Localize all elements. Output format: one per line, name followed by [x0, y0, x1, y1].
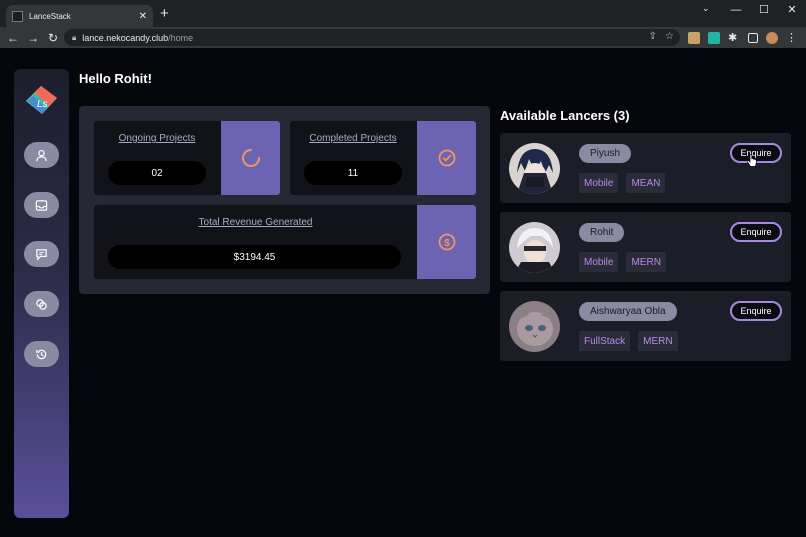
sidebar-chat-button[interactable]	[24, 241, 59, 267]
lancer-name: Piyush	[579, 144, 632, 163]
user-icon	[36, 149, 47, 161]
lancers-title: Available Lancers (3)	[500, 108, 630, 123]
check-circle-icon	[438, 149, 455, 167]
svg-text:$: $	[444, 238, 450, 249]
lancer-card: Piyush Mobile MEAN Enquire	[500, 133, 791, 203]
stats-panel: Ongoing Projects 02 Completed Projects 1…	[79, 106, 490, 294]
hand-cursor-icon	[747, 154, 757, 167]
lancer-tags: Mobile MERN	[579, 252, 666, 272]
new-tab-button[interactable]: +	[160, 6, 169, 21]
extensions-area: ✱ ⋮	[688, 31, 797, 44]
chat-icon	[36, 248, 47, 261]
browser-toolbar: ← → ↻ 🔒︎ lance.nekocandy.club/home ⇪ ☆ ✱…	[0, 27, 806, 48]
sidebar: Ls	[14, 69, 69, 518]
share-icon[interactable]: ⇪	[649, 31, 657, 42]
sidebar-inbox-button[interactable]	[24, 192, 59, 218]
swap-icon	[36, 298, 47, 310]
skill-tag: Mobile	[579, 173, 619, 193]
completed-projects-value: 11	[304, 161, 402, 185]
svg-text:Ls: Ls	[37, 99, 48, 110]
completed-accent	[417, 121, 476, 195]
ongoing-accent	[221, 121, 280, 195]
reload-icon[interactable]: ↻	[43, 31, 63, 45]
tab-close-icon[interactable]: ✕	[139, 11, 147, 22]
skill-tag: MEAN	[626, 173, 666, 193]
lancer-name: Rohit	[579, 223, 625, 242]
loading-spinner-icon	[241, 149, 260, 167]
skill-tag: FullStack	[579, 331, 631, 351]
browser-tab[interactable]: LanceStack ✕	[6, 5, 153, 27]
skill-tag: Mobile	[579, 252, 619, 272]
extension-icon[interactable]	[708, 31, 720, 44]
lancer-name: Aishwaryaa Obla	[579, 302, 677, 321]
inbox-icon	[35, 199, 48, 211]
lancestack-logo: Ls	[26, 86, 57, 114]
lock-icon[interactable]: 🔒︎	[72, 33, 76, 43]
favicon-icon	[12, 10, 23, 22]
menu-kebab-icon[interactable]: ⋮	[786, 31, 797, 44]
profile-avatar[interactable]	[766, 31, 778, 44]
side-panel-icon[interactable]	[748, 32, 758, 43]
avatar	[509, 222, 560, 273]
back-icon[interactable]: ←	[3, 31, 23, 45]
enquire-button[interactable]: Enquire	[730, 222, 782, 242]
tab-title: LanceStack	[29, 11, 71, 21]
skill-tag: MERN	[638, 331, 678, 351]
avatar	[509, 301, 560, 352]
revenue-accent: $	[417, 205, 476, 279]
tab-search-icon[interactable]: ⌄	[702, 3, 710, 14]
total-revenue-label[interactable]: Total Revenue Generated	[94, 217, 417, 228]
window-close-icon[interactable]: ✕	[778, 0, 806, 20]
lancer-card: Aishwaryaa Obla FullStack MERN Enquire	[500, 291, 791, 361]
avatar	[509, 143, 560, 194]
ongoing-projects-card: Ongoing Projects 02	[94, 121, 280, 195]
url-host: lance.nekocandy.club	[82, 32, 169, 43]
skill-tag: MERN	[626, 252, 666, 272]
minimize-icon[interactable]: —	[722, 0, 750, 20]
address-bar[interactable]: 🔒︎ lance.nekocandy.club/home ⇪ ☆	[64, 29, 680, 46]
total-revenue-value: $3194.45	[108, 245, 401, 269]
forward-icon[interactable]: →	[23, 31, 43, 45]
lancer-tags: FullStack MERN	[579, 331, 678, 351]
sidebar-profile-button[interactable]	[24, 142, 59, 168]
completed-projects-label[interactable]: Completed Projects	[290, 133, 416, 144]
dollar-coin-icon: $	[438, 233, 455, 251]
bookmark-star-icon[interactable]: ☆	[665, 31, 674, 42]
lancer-card: Rohit Mobile MERN Enquire	[500, 212, 791, 282]
enquire-button[interactable]: Enquire	[730, 301, 782, 321]
page-greeting: Hello Rohit!	[79, 71, 152, 86]
puzzle-icon[interactable]: ✱	[728, 32, 740, 44]
history-icon	[36, 349, 47, 359]
sidebar-swap-button[interactable]	[24, 291, 59, 317]
extension-icon[interactable]	[688, 31, 700, 44]
ongoing-projects-label[interactable]: Ongoing Projects	[94, 133, 220, 144]
browser-tab-bar: LanceStack ✕ + ⌄ — ☐ ✕	[0, 0, 806, 27]
lancer-tags: Mobile MEAN	[579, 173, 666, 193]
url-path: /home	[168, 32, 194, 43]
ongoing-projects-value: 02	[108, 161, 206, 185]
sidebar-history-button[interactable]	[24, 341, 59, 367]
total-revenue-card: Total Revenue Generated $3194.45 $	[94, 205, 476, 279]
window-controls: — ☐ ✕	[722, 0, 806, 20]
maximize-icon[interactable]: ☐	[750, 0, 778, 20]
completed-projects-card: Completed Projects 11	[290, 121, 476, 195]
